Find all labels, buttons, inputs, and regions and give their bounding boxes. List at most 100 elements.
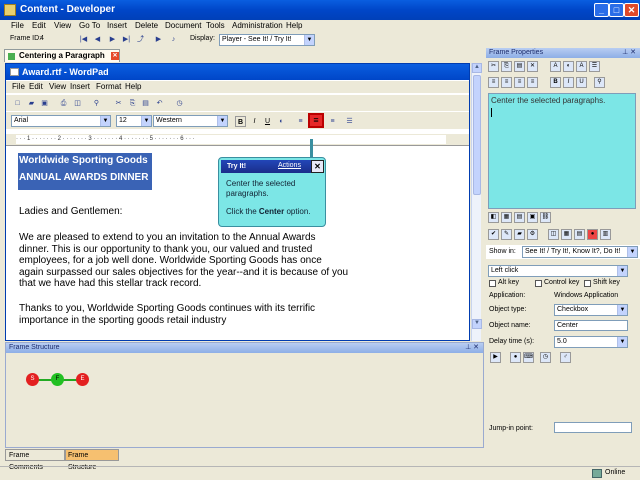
bullets-icon[interactable]: ☰ (344, 116, 355, 127)
find-icon[interactable]: ⚲ (91, 98, 102, 109)
hotspot-icon[interactable]: ▣ (527, 212, 538, 223)
copy-icon[interactable]: ⎘ (127, 98, 138, 109)
tab-frame-structure[interactable]: Frame Structure (65, 449, 119, 471)
book-icon[interactable]: ▥ (600, 229, 611, 240)
link-icon[interactable]: ⛓ (540, 212, 551, 223)
delete-icon[interactable]: ✕ (527, 61, 538, 72)
copy-icon[interactable]: ⎘ (501, 61, 512, 72)
tab-frame-comments[interactable]: Frame Comments (5, 449, 65, 471)
menu-administration[interactable]: Administration (232, 21, 283, 30)
end-node[interactable]: E (76, 373, 89, 386)
bold-button[interactable]: B (235, 116, 246, 127)
list-icon[interactable]: ☰ (589, 61, 600, 72)
color-icon[interactable]: ◐ (563, 61, 574, 72)
align-left-icon[interactable]: ≡ (488, 77, 499, 88)
wp-menu-file[interactable]: File (12, 82, 25, 91)
close-tab-icon[interactable]: ✕ (111, 52, 119, 60)
panel-pin-icon[interactable]: ⊥ ✕ (622, 48, 636, 58)
display-select[interactable]: Player - See It! / Try It! ▼ (219, 34, 315, 46)
shift-checkbox[interactable] (584, 280, 591, 287)
menu-tools[interactable]: Tools (206, 21, 225, 30)
color-icon[interactable]: ◐ (276, 116, 287, 127)
italic-icon[interactable]: I (563, 77, 574, 88)
align-right-icon[interactable]: ≡ (514, 77, 525, 88)
align-center-button[interactable]: ≡ (308, 113, 324, 128)
font-icon[interactable]: A (550, 61, 561, 72)
record-icon[interactable]: ● (587, 229, 598, 240)
wp-menu-view[interactable]: View (49, 82, 66, 91)
tooltip-close-icon[interactable]: ✕ (311, 160, 324, 173)
size-select[interactable]: 12 ▼ (116, 115, 152, 127)
start-node[interactable]: S (26, 373, 39, 386)
menu-delete[interactable]: Delete (135, 21, 158, 30)
wp-menu-edit[interactable]: Edit (29, 82, 43, 91)
record-icon[interactable]: ● (510, 352, 521, 363)
timer-icon[interactable]: ◷ (540, 352, 551, 363)
table-icon[interactable]: ▤ (574, 229, 585, 240)
menu-file[interactable]: File (11, 21, 24, 30)
next-frame-icon[interactable]: ▶ (107, 34, 118, 45)
keyboard-icon[interactable]: ⌨ (523, 352, 534, 363)
save-icon[interactable]: ▣ (39, 98, 50, 109)
play-icon[interactable]: ▶ (153, 34, 164, 45)
jump-in-field[interactable] (554, 422, 632, 433)
script-select[interactable]: Western ▼ (153, 115, 228, 127)
undo-icon[interactable]: ↶ (154, 98, 165, 109)
underline-icon[interactable]: U (576, 77, 587, 88)
edit-icon[interactable]: ✎ (501, 229, 512, 240)
minimize-button[interactable]: _ (594, 3, 609, 17)
maximize-button[interactable]: □ (609, 3, 624, 17)
underline-button[interactable]: U (262, 116, 273, 127)
paste-icon[interactable]: ▤ (514, 61, 525, 72)
first-frame-icon[interactable]: |◀ (78, 34, 89, 45)
menu-edit[interactable]: Edit (32, 21, 46, 30)
close-button[interactable]: ✕ (624, 3, 639, 17)
scroll-up-icon[interactable]: ▲ (472, 63, 482, 73)
find-icon[interactable]: ⚲ (594, 77, 605, 88)
play-icon[interactable]: ▶ (490, 352, 501, 363)
delay-select[interactable]: 5.0 ▼ (554, 336, 628, 348)
panel-pin-icon[interactable]: ⊥ ✕ (465, 343, 479, 353)
event-icon[interactable]: ♂ (560, 352, 571, 363)
image-icon[interactable]: ▦ (501, 212, 512, 223)
show-in-select[interactable]: See It! / Try It!, Know It?, Do It! ▼ (522, 246, 638, 258)
wp-menu-format[interactable]: Format (96, 82, 121, 91)
branch-icon[interactable]: ⤴ (135, 34, 146, 45)
wp-menu-insert[interactable]: Insert (70, 82, 90, 91)
alt-checkbox[interactable] (489, 280, 496, 287)
field-icon[interactable]: ▤ (514, 212, 525, 223)
menu-help[interactable]: Help (286, 21, 302, 30)
cut-icon[interactable]: ✂ (113, 98, 124, 109)
cut-icon[interactable]: ✂ (488, 61, 499, 72)
align-left-icon[interactable]: ≡ (295, 116, 306, 127)
prev-frame-icon[interactable]: ◀ (92, 34, 103, 45)
justify-icon[interactable]: ≡ (527, 77, 538, 88)
align-right-icon[interactable]: ≡ (327, 116, 338, 127)
grid-icon[interactable]: ▦ (561, 229, 572, 240)
folder-icon[interactable]: ▰ (514, 229, 525, 240)
main-vscroll[interactable]: ▲ ▼ (471, 63, 482, 341)
sound-icon[interactable]: ♪ (168, 34, 179, 45)
object-name-field[interactable]: Center (554, 320, 628, 331)
bubble-text-area[interactable]: Center the selected paragraphs. (488, 93, 636, 209)
paste-icon[interactable]: ▤ (140, 98, 151, 109)
event-select[interactable]: Left click ▼ (488, 265, 628, 277)
preview-icon[interactable]: ◫ (72, 98, 83, 109)
menu-document[interactable]: Document (165, 21, 201, 30)
scroll-down-icon[interactable]: ▼ (472, 319, 482, 329)
wp-menu-help[interactable]: Help (125, 82, 141, 91)
tab-centering[interactable]: Centering a Paragraph ✕ (4, 49, 120, 62)
spell-icon[interactable]: A (576, 61, 587, 72)
last-frame-icon[interactable]: ▶| (121, 34, 132, 45)
check-icon[interactable]: ✔ (488, 229, 499, 240)
menu-goto[interactable]: Go To (79, 21, 100, 30)
ctrl-checkbox[interactable] (535, 280, 542, 287)
object-type-select[interactable]: Checkbox ▼ (554, 304, 628, 316)
gear-icon[interactable]: ⚙ (527, 229, 538, 240)
font-select[interactable]: Arial ▼ (11, 115, 111, 127)
scroll-thumb[interactable] (473, 75, 481, 195)
open-icon[interactable]: ▰ (26, 98, 37, 109)
datetime-icon[interactable]: ◷ (174, 98, 185, 109)
frame-icon[interactable]: ◫ (548, 229, 559, 240)
bold-icon[interactable]: B (550, 77, 561, 88)
